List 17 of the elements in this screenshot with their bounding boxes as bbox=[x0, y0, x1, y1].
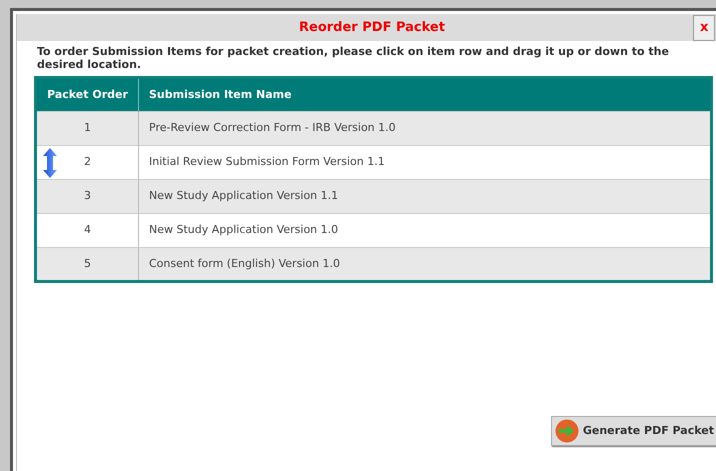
close-button[interactable]: x bbox=[693, 15, 715, 41]
item-name-cell[interactable]: New Study Application Version 1.1 bbox=[138, 180, 712, 214]
item-name-cell[interactable]: Initial Review Submission Form Version 1.1 bbox=[138, 146, 712, 180]
order-number: 2 bbox=[84, 155, 91, 168]
order-number: 4 bbox=[84, 223, 91, 236]
instructions-text: To order Submission Items for packet creation, please click on item row and drag it up or down to the desired location. bbox=[36, 44, 670, 71]
item-name-cell[interactable]: Consent form (English) Version 1.0 bbox=[138, 248, 712, 282]
column-header: Packet Order bbox=[36, 78, 138, 112]
generate-pdf-packet-button[interactable]: Generate PDF Packet bbox=[550, 416, 716, 446]
item-name-cell[interactable]: Pre-Review Correction Form - IRB Version 1.0 bbox=[138, 112, 712, 146]
order-number: 1 bbox=[84, 121, 91, 134]
item-name-cell[interactable]: New Study Application Version 1.0 bbox=[138, 214, 712, 248]
order-number: 5 bbox=[84, 256, 91, 270]
dialog-title: Reorder PDF Packet bbox=[299, 18, 445, 37]
order-number: 3 bbox=[84, 189, 91, 202]
up-down-arrow-icon[interactable] bbox=[43, 148, 57, 178]
column-header: Submission Item Name bbox=[138, 78, 712, 112]
